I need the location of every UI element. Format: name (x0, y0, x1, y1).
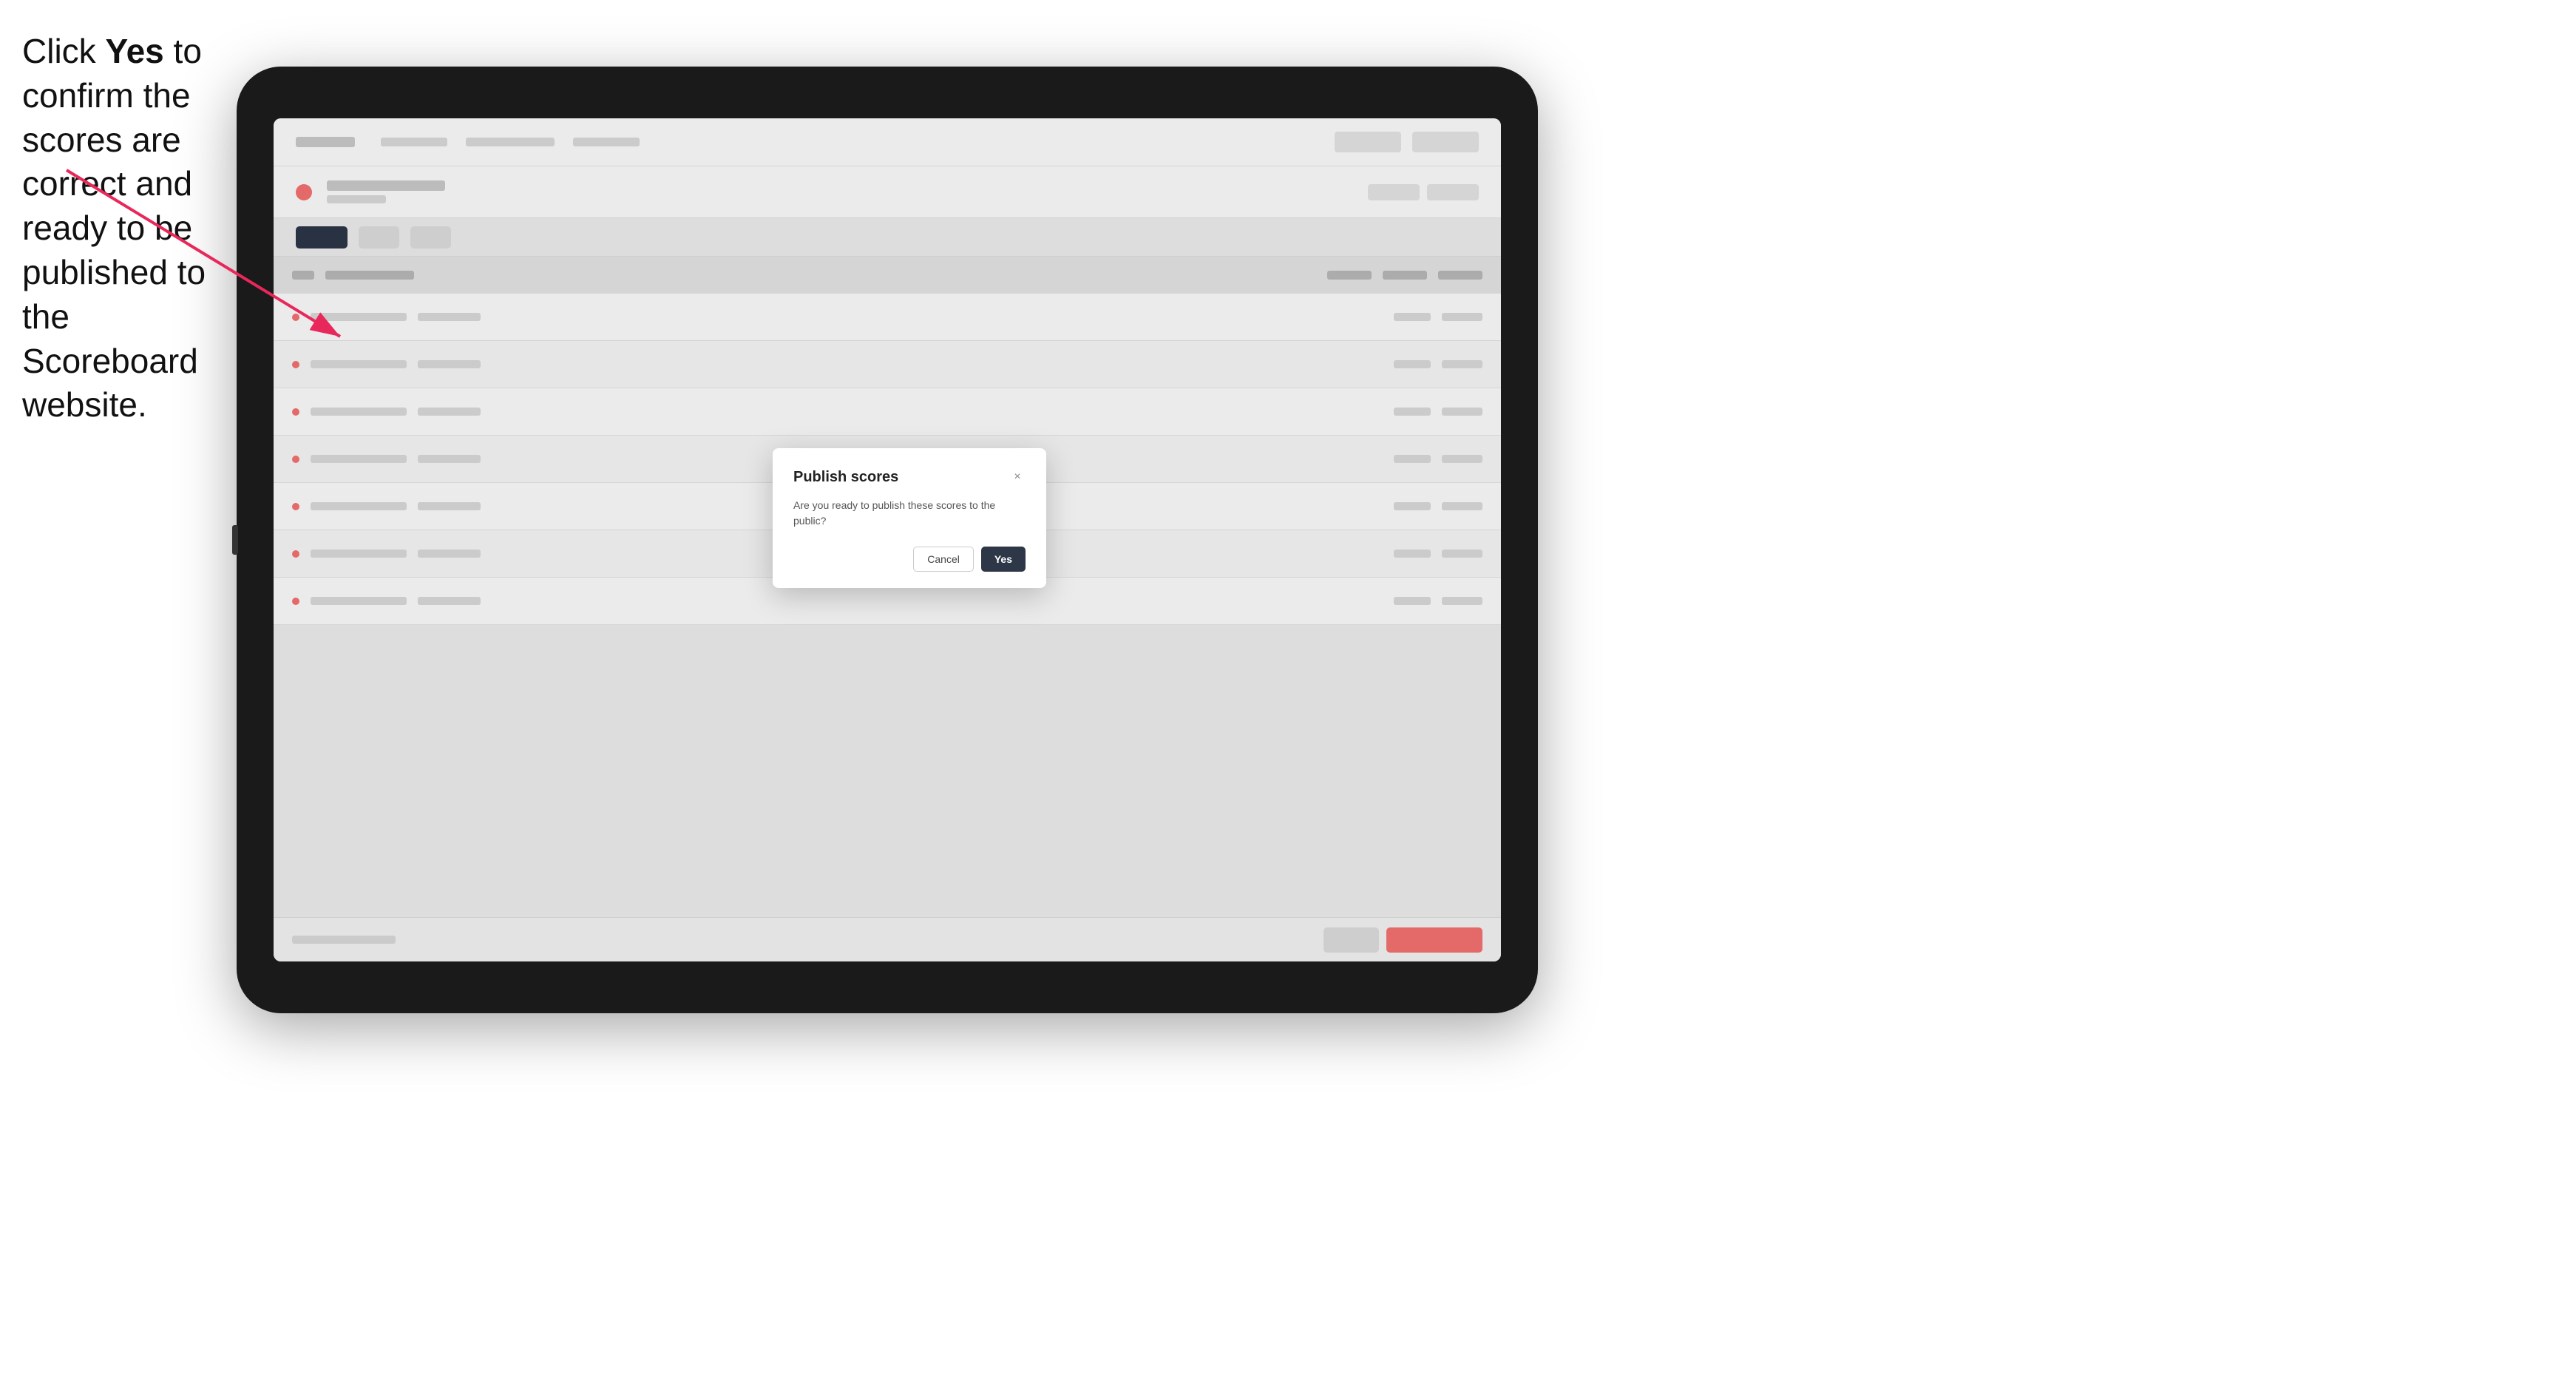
modal-header: Publish scores × (793, 469, 1026, 486)
tablet-device: Publish scores × Are you ready to publis… (237, 67, 1538, 1013)
modal-title: Publish scores (793, 469, 898, 486)
instruction-text: Click Yes to confirm the scores are corr… (22, 30, 237, 427)
modal-body-text: Are you ready to publish these scores to… (793, 498, 1026, 529)
cancel-button[interactable]: Cancel (913, 547, 974, 572)
tablet-screen: Publish scores × Are you ready to publis… (274, 118, 1501, 961)
modal-close-button[interactable]: × (1009, 469, 1026, 485)
publish-scores-dialog: Publish scores × Are you ready to publis… (773, 448, 1046, 588)
yes-button[interactable]: Yes (981, 547, 1026, 572)
modal-footer: Cancel Yes (793, 547, 1026, 572)
instruction-bold: Yes (105, 32, 163, 70)
modal-overlay: Publish scores × Are you ready to publis… (274, 118, 1501, 961)
tablet-side-button (232, 525, 238, 555)
